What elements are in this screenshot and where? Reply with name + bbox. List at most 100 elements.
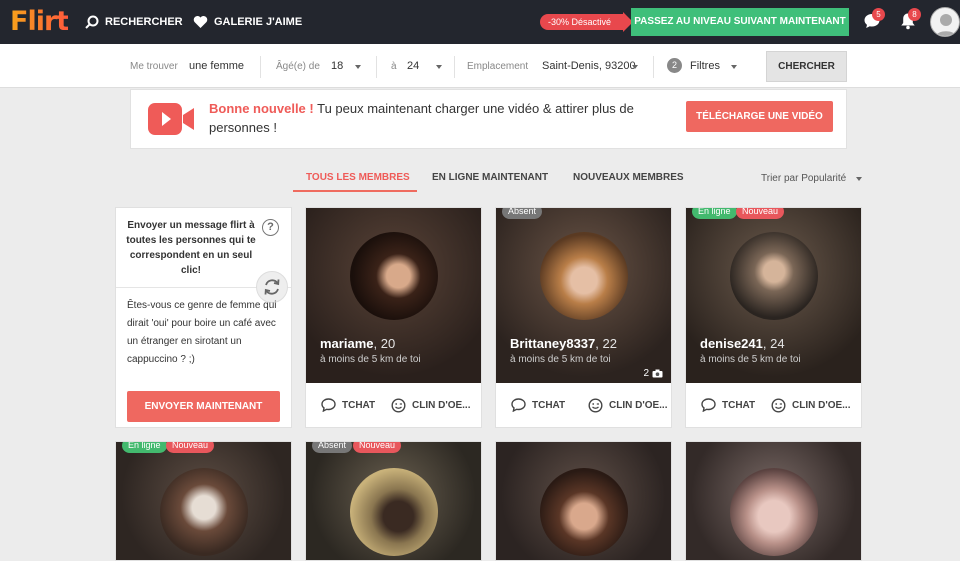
profile-card[interactable]: Brittaney8337, 22 à moins de 5 km de toi…	[495, 207, 672, 428]
search-icon	[85, 15, 99, 29]
find-select[interactable]: une femme	[189, 60, 244, 72]
find-label: Me trouver	[130, 61, 178, 72]
profile-distance: à moins de 5 km de toi	[320, 354, 421, 365]
wink-button[interactable]: CLIN D'OE...	[771, 398, 851, 413]
profile-photo[interactable]	[686, 442, 861, 560]
chevron-down-icon	[856, 177, 862, 181]
wink-button[interactable]: CLIN D'OE...	[391, 398, 471, 413]
profile-distance: à moins de 5 km de toi	[510, 354, 611, 365]
divider	[454, 56, 455, 78]
chevron-down-icon	[355, 65, 361, 69]
wink-button[interactable]: CLIN D'OE...	[588, 398, 668, 413]
nav-gallery-label: GALERIE J'AIME	[214, 16, 303, 28]
status-badge-away: Absent	[312, 442, 353, 453]
divider	[653, 56, 654, 78]
status-badge-new: Nouveau	[353, 442, 402, 453]
wink-face-icon	[588, 398, 603, 413]
upgrade-button[interactable]: PASSEZ AU NIVEAU SUIVANT MAINTENANT	[631, 8, 849, 36]
discount-badge: -30% Désactivé	[540, 12, 634, 32]
help-icon[interactable]: ?	[262, 219, 279, 236]
profile-distance: à moins de 5 km de toi	[700, 354, 801, 365]
nav-gallery-link[interactable]: GALERIE J'AIME	[193, 15, 302, 29]
banner-highlight: Bonne nouvelle !	[209, 101, 314, 116]
divider	[376, 56, 377, 78]
profile-photo[interactable]: denise241, 24 à moins de 5 km de toi	[686, 208, 861, 383]
nav-search-label: RECHERCHER	[105, 16, 183, 28]
flirt-message-card: Envoyer un message flirt à toutes les pe…	[115, 207, 292, 428]
profile-card[interactable]	[495, 441, 672, 561]
location-label: Emplacement	[467, 61, 529, 72]
profile-photo[interactable]	[496, 442, 671, 560]
upload-video-button[interactable]: TÉLÉCHARGE UNE VIDÉO	[686, 101, 833, 132]
user-silhouette-icon	[935, 14, 957, 36]
profile-portrait	[730, 468, 818, 556]
messages-count-badge: 5	[872, 8, 885, 21]
profile-card[interactable]: En ligne Nouveau	[115, 441, 292, 561]
status-badge-new: Nouveau	[166, 442, 215, 453]
profile-actions: TCHAT CLIN D'OE...	[306, 383, 481, 427]
chat-button[interactable]: TCHAT	[321, 398, 375, 412]
profile-card[interactable]: denise241, 24 à moins de 5 km de toi En …	[685, 207, 862, 428]
wink-face-icon	[391, 398, 406, 413]
profile-actions: TCHAT CLIN D'OE...	[686, 383, 861, 427]
send-now-button[interactable]: ENVOYER MAINTENANT	[127, 391, 280, 422]
profile-portrait	[540, 468, 628, 556]
search-filter-bar: Me trouver une femme Âgé(e) de 18 à 24 E…	[0, 44, 960, 88]
profile-portrait	[350, 232, 438, 320]
chat-button[interactable]: TCHAT	[701, 398, 755, 412]
profile-name: Brittaney8337, 22	[510, 336, 617, 351]
profile-card[interactable]: Absent Nouveau	[305, 441, 482, 561]
profile-portrait	[540, 232, 628, 320]
message-preview-text: Êtes-vous ce genre de femme qui dirait '…	[127, 300, 277, 365]
status-badge-online: En ligne	[692, 208, 737, 219]
banner-message: Bonne nouvelle ! Tu peux maintenant char…	[209, 99, 659, 137]
status-badge-away: Absent	[502, 208, 543, 219]
filters-dropdown[interactable]: Filtres	[690, 60, 720, 72]
chevron-down-icon	[436, 65, 442, 69]
chevron-down-icon	[731, 65, 737, 69]
profile-photo[interactable]: mariame, 20 à moins de 5 km de toi	[306, 208, 481, 383]
video-camera-icon	[148, 103, 194, 135]
nav-search-link[interactable]: RECHERCHER	[85, 15, 183, 29]
age-separator: à	[391, 61, 397, 72]
notifications-count-badge: 8	[908, 8, 921, 21]
profile-portrait	[350, 468, 438, 556]
wink-face-icon	[771, 398, 786, 413]
profile-portrait	[160, 468, 248, 556]
profile-portrait	[730, 232, 818, 320]
tab-online-now[interactable]: EN LIGNE MAINTENANT	[432, 172, 548, 183]
tab-all-members[interactable]: TOUS LES MEMBRES	[306, 172, 410, 183]
filters-count-badge: 2	[667, 58, 682, 73]
chat-bubble-icon	[321, 398, 336, 412]
sort-dropdown[interactable]: Trier par Popularité	[761, 173, 846, 184]
status-badge-online: En ligne	[122, 442, 167, 453]
chevron-down-icon	[632, 65, 638, 69]
tab-new-members[interactable]: NOUVEAUX MEMBRES	[573, 172, 684, 183]
search-button[interactable]: CHERCHER	[766, 51, 847, 82]
video-upload-banner: Bonne nouvelle ! Tu peux maintenant char…	[130, 89, 847, 149]
age-min-select[interactable]: 18	[331, 60, 343, 72]
age-label: Âgé(e) de	[276, 61, 320, 72]
flirt-logo[interactable]: Flirt	[10, 6, 69, 37]
camera-icon	[652, 369, 663, 378]
profile-card[interactable]: mariame, 20 à moins de 5 km de toi TCHAT…	[305, 207, 482, 428]
profile-name: denise241, 24	[700, 336, 785, 351]
profile-photo[interactable]	[306, 442, 481, 560]
profile-photo[interactable]	[116, 442, 291, 560]
chat-bubble-icon	[701, 398, 716, 412]
message-card-title: Envoyer un message flirt à toutes les pe…	[126, 220, 256, 276]
top-nav: Flirt RECHERCHER GALERIE J'AIME -30% Dés…	[0, 0, 960, 44]
active-tab-indicator	[293, 190, 417, 192]
photo-count: 2	[643, 368, 663, 379]
profile-actions: TCHAT CLIN D'OE...	[496, 383, 671, 427]
divider	[260, 56, 261, 78]
location-select[interactable]: Saint-Denis, 93200	[542, 60, 636, 72]
profile-card[interactable]	[685, 441, 862, 561]
chat-bubble-icon	[511, 398, 526, 412]
profile-photo[interactable]: Brittaney8337, 22 à moins de 5 km de toi…	[496, 208, 671, 383]
user-avatar[interactable]	[930, 7, 960, 37]
chat-button[interactable]: TCHAT	[511, 398, 565, 412]
heart-icon	[193, 16, 208, 28]
age-max-select[interactable]: 24	[407, 60, 419, 72]
status-badge-new: Nouveau	[736, 208, 785, 219]
